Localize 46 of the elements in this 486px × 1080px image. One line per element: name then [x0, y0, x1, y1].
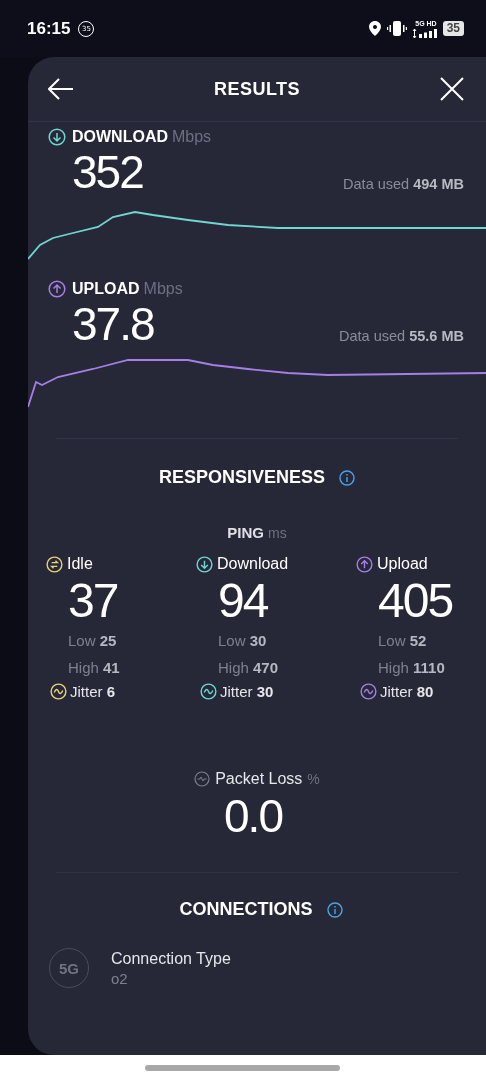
ping-low-text: Low 52 [378, 631, 427, 651]
ping-high-text: High 470 [218, 658, 279, 678]
ping-value: 37 [68, 575, 118, 627]
signal-icon [412, 28, 437, 38]
info-icon[interactable] [339, 469, 356, 486]
speed-label: UPLOAD [72, 280, 140, 298]
speed-label: DOWNLOAD [72, 128, 168, 146]
section-title: RESPONSIVENESS [158, 467, 326, 488]
ping-high-text: High 1110 [378, 658, 445, 678]
screen-title: RESULTS [213, 78, 301, 100]
ping-low-text: Low 25 [68, 631, 117, 651]
vibrate-icon [386, 21, 407, 36]
unit-label: Mbps [172, 128, 212, 146]
status-time: 16:15 [27, 18, 71, 39]
unit-label: % [307, 771, 320, 787]
jitter-icon [200, 683, 217, 700]
ping-high-text: High 41 [68, 658, 120, 678]
packet-loss-icon [194, 771, 211, 787]
connection-value: o2 [111, 969, 129, 987]
close-button[interactable] [438, 75, 466, 103]
unit-label: ms [268, 525, 287, 541]
unit-label: Mbps [143, 280, 183, 298]
speed-value: 352 [72, 146, 143, 198]
jitter-text: Jitter 6 [70, 683, 116, 700]
info-icon[interactable] [326, 901, 343, 918]
connection-label: Connection Type [111, 949, 231, 968]
ping-value: 94 [218, 575, 268, 627]
battery-indicator: 35 [442, 21, 464, 36]
jitter-icon [360, 683, 377, 700]
section-title: CONNECTIONS [179, 899, 313, 920]
data-used-text: Data used 55.6 MB [339, 328, 464, 346]
ping-type-label: Idle [67, 555, 93, 573]
data-used-text: Data used 494 MB [343, 176, 464, 194]
ping-low-text: Low 30 [218, 631, 267, 651]
back-button[interactable] [46, 76, 76, 102]
ping-type-label: Download [217, 555, 289, 573]
packet-loss-label: Packet Loss [215, 770, 303, 788]
jitter-text: Jitter 30 [220, 683, 274, 700]
jitter-icon [50, 683, 67, 700]
packet-loss-value: 0.0 [224, 790, 282, 842]
speed-value: 37.8 [72, 298, 154, 350]
ping-value: 405 [378, 575, 453, 627]
ping-label: PING [227, 524, 264, 541]
location-pin-icon [368, 21, 381, 36]
jitter-text: Jitter 80 [380, 683, 434, 700]
ping-type-label: Upload [377, 555, 428, 573]
